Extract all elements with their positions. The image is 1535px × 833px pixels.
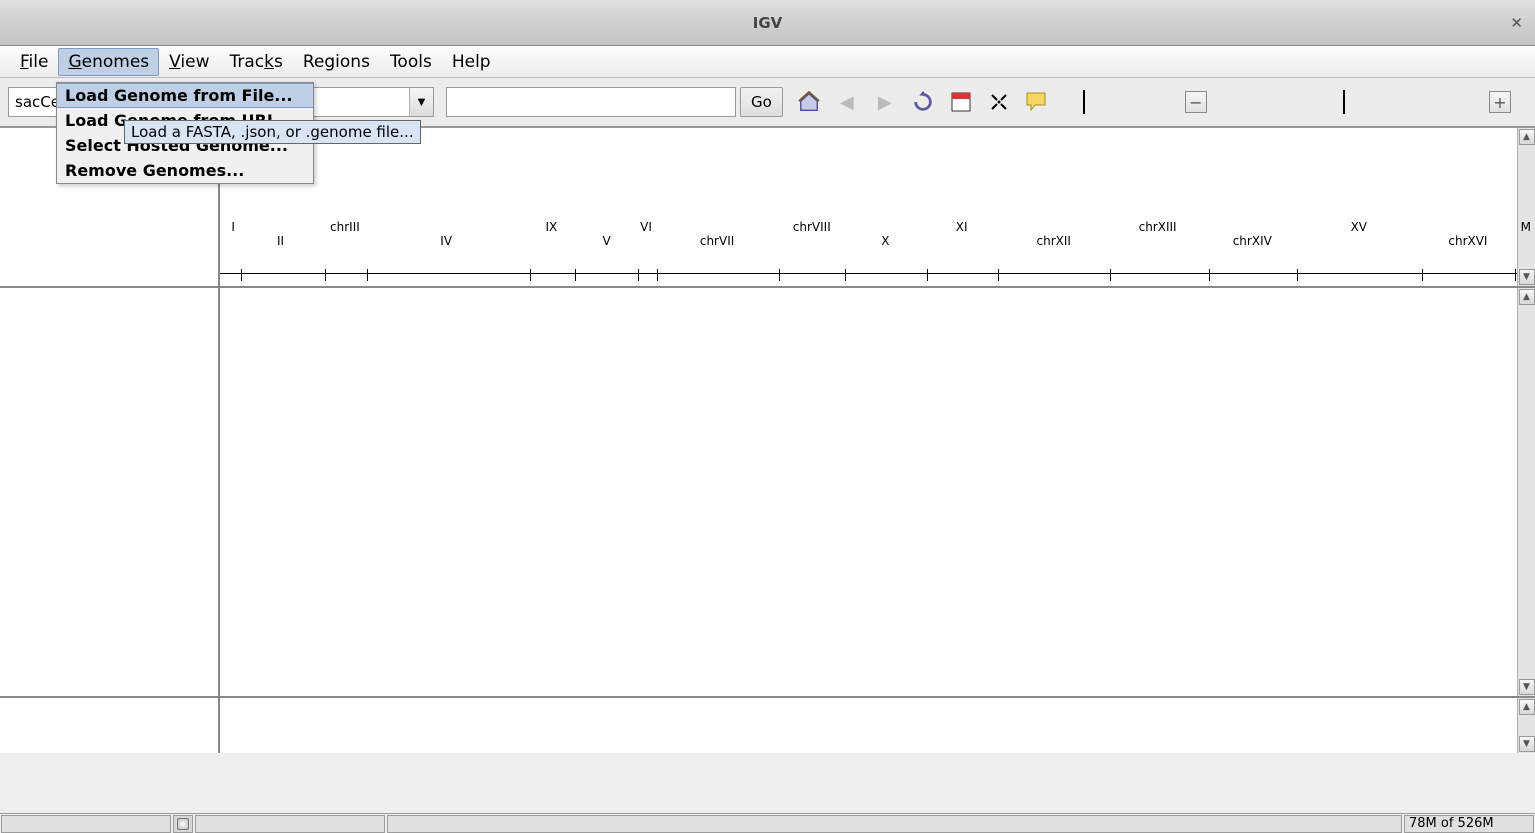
ruler-tick xyxy=(325,269,326,281)
ruler-tick xyxy=(657,269,658,281)
ruler-tick xyxy=(998,269,999,281)
menu-item-remove-genomes[interactable]: Remove Genomes... xyxy=(57,158,313,183)
ruler-tick xyxy=(367,269,368,281)
vertical-scrollbar[interactable] xyxy=(1517,698,1535,753)
refresh-icon[interactable] xyxy=(911,90,935,114)
chromosome-label[interactable]: IX xyxy=(545,220,557,234)
status-message xyxy=(387,815,1402,833)
ruler-tick xyxy=(241,269,242,281)
statusbar: 78M of 526M xyxy=(0,813,1535,833)
window-title: IGV xyxy=(753,14,783,32)
memory-status: 78M of 526M xyxy=(1404,815,1534,833)
menu-genomes[interactable]: Genomes xyxy=(58,48,159,76)
chromosome-label[interactable]: I xyxy=(231,220,235,234)
chromosome-label[interactable]: chrVIII xyxy=(793,220,831,234)
zoom-out-button[interactable]: − xyxy=(1185,91,1207,113)
menu-help[interactable]: Help xyxy=(442,48,501,76)
scroll-down-button[interactable] xyxy=(1519,679,1535,695)
chromosome-label[interactable]: chrXII xyxy=(1036,234,1070,248)
location-input[interactable] xyxy=(446,87,736,117)
chromosome-label[interactable]: chrIII xyxy=(330,220,360,234)
chromosome-label[interactable]: VI xyxy=(640,220,652,234)
zoom-in-button[interactable]: + xyxy=(1489,91,1511,113)
feature-panel xyxy=(0,698,1535,753)
window-close-button[interactable]: ✕ xyxy=(1510,14,1523,32)
zoom-slider-track[interactable] xyxy=(1215,99,1335,105)
data-tracks-area[interactable] xyxy=(220,288,1535,696)
menu-file[interactable]: File xyxy=(10,48,58,76)
chromosome-label[interactable]: XI xyxy=(956,220,968,234)
ruler-tick xyxy=(1209,269,1210,281)
chromosome-label[interactable]: chrXVI xyxy=(1448,234,1487,248)
go-button[interactable]: Go xyxy=(740,87,783,117)
chromosome-label[interactable]: M xyxy=(1521,220,1531,234)
menu-item-tooltip: Load a FASTA, .json, or .genome file... xyxy=(124,120,421,144)
status-toggle[interactable] xyxy=(173,815,193,833)
ruler-tick xyxy=(1515,269,1516,281)
feature-tracks-area[interactable] xyxy=(220,698,1535,753)
chromosome-label[interactable]: V xyxy=(603,234,611,248)
chromosome-label[interactable]: chrXIII xyxy=(1139,220,1177,234)
chromosome-label[interactable]: IV xyxy=(440,234,452,248)
scroll-up-button[interactable] xyxy=(1519,289,1535,305)
ruler-tick xyxy=(779,269,780,281)
forward-icon[interactable]: ▶ xyxy=(873,90,897,114)
scroll-down-button[interactable] xyxy=(1519,269,1535,285)
fit-icon[interactable] xyxy=(987,90,1011,114)
region-icon[interactable] xyxy=(949,90,973,114)
scroll-up-button[interactable] xyxy=(1519,129,1535,145)
ruler-tick xyxy=(575,269,576,281)
scroll-down-button[interactable] xyxy=(1519,736,1535,752)
data-panel xyxy=(0,288,1535,698)
chromosome-ruler[interactable]: IIIchrIIIIVIXVVIchrVIIchrVIIIXXIchrXIIch… xyxy=(220,128,1535,286)
chromosome-label[interactable]: chrVII xyxy=(700,234,734,248)
ruler-tick xyxy=(1297,269,1298,281)
separator-line xyxy=(1083,90,1085,114)
menu-regions[interactable]: Regions xyxy=(293,48,380,76)
menubar: FileGenomesViewTracksRegionsToolsHelp xyxy=(0,46,1535,78)
tooltip-icon[interactable] xyxy=(1025,90,1049,114)
status-cell xyxy=(1,815,171,833)
track-name-column xyxy=(0,288,220,696)
main-content: IIIchrIIIIVIXVVIchrVIIchrVIIIXXIchrXIIch… xyxy=(0,128,1535,813)
menu-view[interactable]: View xyxy=(159,48,219,76)
toolbar-icons: ◀ ▶ xyxy=(797,90,1085,114)
menu-tracks[interactable]: Tracks xyxy=(220,48,293,76)
ruler-tick xyxy=(927,269,928,281)
chromosome-label[interactable]: X xyxy=(881,234,889,248)
scroll-up-button[interactable] xyxy=(1519,699,1535,715)
ruler-tick xyxy=(1422,269,1423,281)
ruler-tick xyxy=(1110,269,1111,281)
status-cell xyxy=(195,815,385,833)
ruler-tick xyxy=(530,269,531,281)
menu-tools[interactable]: Tools xyxy=(380,48,442,76)
ruler-baseline xyxy=(220,273,1535,274)
window-titlebar: IGV ✕ xyxy=(0,0,1535,46)
track-name-column xyxy=(0,698,220,753)
back-icon[interactable]: ◀ xyxy=(835,90,859,114)
ruler-tick xyxy=(638,269,639,281)
chevron-down-icon[interactable]: ▼ xyxy=(409,88,433,116)
home-icon[interactable] xyxy=(797,90,821,114)
chromosome-label[interactable]: XV xyxy=(1351,220,1367,234)
chromosome-label[interactable]: chrXIV xyxy=(1233,234,1272,248)
vertical-scrollbar[interactable] xyxy=(1517,288,1535,696)
ruler-tick xyxy=(845,269,846,281)
menu-item-load-genome-from-file[interactable]: Load Genome from File... xyxy=(57,83,313,108)
chromosome-label[interactable]: II xyxy=(277,234,284,248)
separator-line xyxy=(1343,90,1345,114)
vertical-scrollbar[interactable] xyxy=(1517,128,1535,286)
